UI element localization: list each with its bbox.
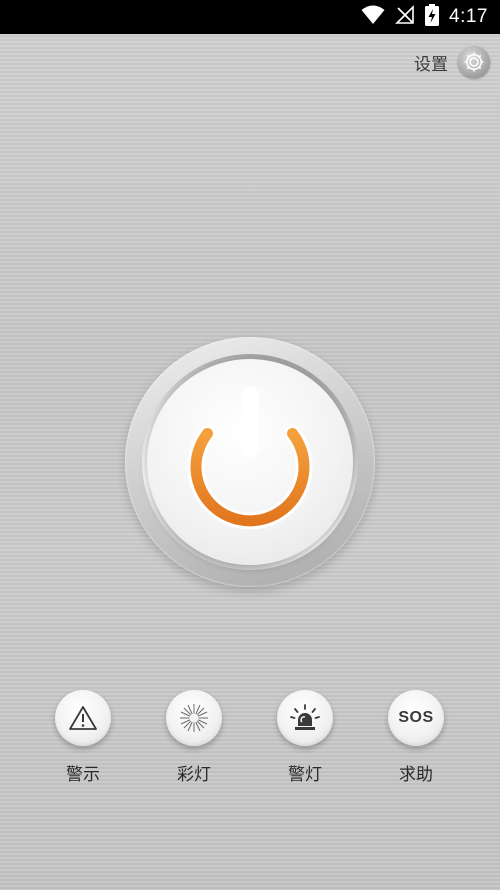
action-warning[interactable]: 警示 xyxy=(43,690,123,785)
wifi-icon xyxy=(361,5,385,29)
action-label-siren: 警灯 xyxy=(288,765,322,785)
status-time: 4:17 xyxy=(449,6,488,27)
siren-icon xyxy=(290,704,320,730)
power-button-ring xyxy=(142,354,358,570)
gear-icon[interactable] xyxy=(458,46,490,78)
warning-button[interactable] xyxy=(55,690,111,746)
action-label-color-light: 彩灯 xyxy=(177,765,211,785)
status-bar: 4:17 xyxy=(0,0,500,34)
status-icons: 4:17 xyxy=(361,0,488,34)
color-light-button[interactable] xyxy=(166,690,222,746)
action-label-warning: 警示 xyxy=(66,765,100,785)
sunburst-light-icon xyxy=(180,704,208,732)
power-icon xyxy=(187,386,313,530)
settings-button[interactable]: 设置 xyxy=(414,46,490,78)
action-sos[interactable]: SOS 求助 xyxy=(376,690,456,785)
action-color-light[interactable]: 彩灯 xyxy=(154,690,234,785)
power-button[interactable] xyxy=(147,359,353,565)
settings-label: 设置 xyxy=(414,54,448,75)
sos-button[interactable]: SOS xyxy=(388,690,444,746)
power-button-bezel xyxy=(125,337,375,587)
warning-triangle-icon xyxy=(69,706,97,730)
sos-icon: SOS xyxy=(398,709,434,726)
battery-charging-icon xyxy=(425,4,440,30)
siren-button[interactable] xyxy=(277,690,333,746)
no-signal-icon xyxy=(395,5,415,29)
action-siren[interactable]: 警灯 xyxy=(265,690,345,785)
action-label-sos: 求助 xyxy=(399,765,433,785)
